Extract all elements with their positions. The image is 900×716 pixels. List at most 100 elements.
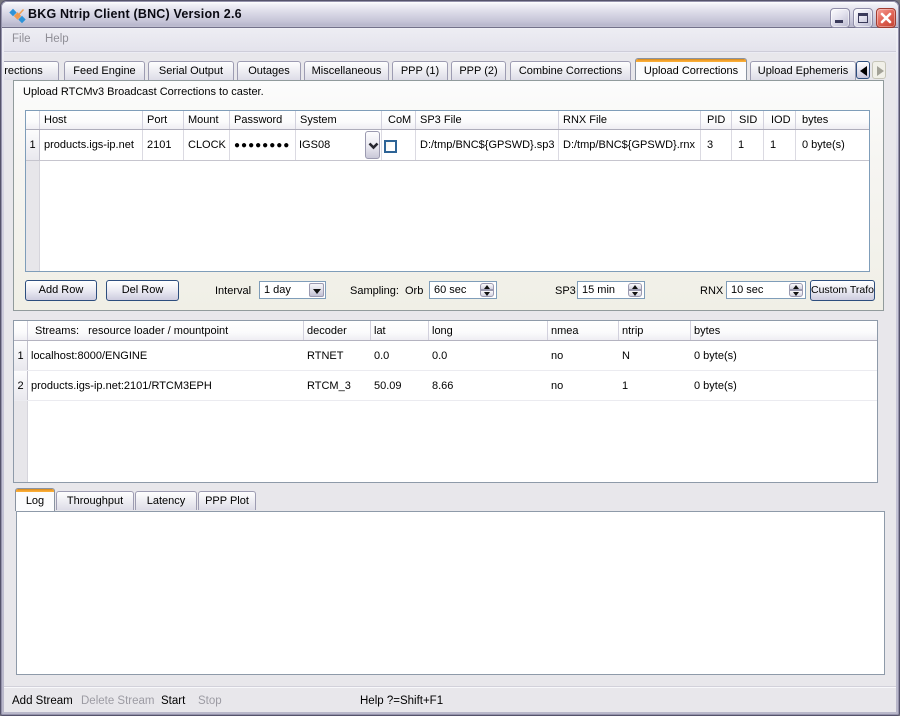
del-row-button[interactable]: Del Row: [106, 280, 179, 301]
col-header-system[interactable]: System: [296, 111, 382, 129]
interval-dropdown-button[interactable]: [309, 283, 324, 297]
tab-latency[interactable]: Latency: [135, 491, 197, 510]
tab-outages[interactable]: Outages: [237, 61, 301, 80]
cell-sid[interactable]: 1: [732, 130, 764, 160]
row-header-strip: [26, 161, 40, 271]
col-header-host[interactable]: Host: [40, 111, 143, 129]
tab-serial-output[interactable]: Serial Output: [148, 61, 234, 80]
interval-value: 1 day: [264, 284, 291, 296]
cell-port[interactable]: 2101: [143, 130, 184, 160]
orb-spin-up-button[interactable]: [480, 283, 494, 290]
stop-button[interactable]: Stop: [198, 695, 222, 707]
cell-ntrip[interactable]: 1: [619, 371, 691, 400]
orb-label: Orb: [405, 285, 423, 297]
interval-combobox[interactable]: 1 day: [259, 281, 326, 299]
col-header-pid[interactable]: PID: [701, 111, 732, 129]
tab-miscellaneous[interactable]: Miscellaneous: [304, 61, 389, 80]
cell-sp3-file[interactable]: D:/tmp/BNC${GPSWD}.sp3: [416, 130, 559, 160]
cell-decoder[interactable]: RTCM_3: [304, 371, 371, 400]
cell-mountpoint[interactable]: localhost:8000/ENGINE: [28, 341, 304, 370]
cell-pid[interactable]: 3: [701, 130, 732, 160]
orb-spinbox[interactable]: 60 sec: [429, 281, 497, 299]
tab-ppp-plot[interactable]: PPP Plot: [198, 491, 256, 510]
menu-file[interactable]: File: [12, 33, 31, 45]
maximize-button[interactable]: [853, 8, 873, 28]
tab-upload-corrections[interactable]: Upload Corrections: [635, 58, 747, 81]
cell-nmea[interactable]: no: [548, 341, 619, 370]
cell-ntrip[interactable]: N: [619, 341, 691, 370]
col-header-ntrip[interactable]: ntrip: [619, 321, 691, 340]
start-button[interactable]: Start: [161, 695, 185, 707]
system-combobox[interactable]: IGS08: [296, 130, 381, 160]
cell-rnx-file[interactable]: D:/tmp/BNC${GPSWD}.rnx: [559, 130, 701, 160]
rnx-spin-up-button[interactable]: [789, 283, 803, 290]
cell-long[interactable]: 0.0: [429, 341, 548, 370]
col-header-lat[interactable]: lat: [371, 321, 429, 340]
rnx-spin-down-button[interactable]: [789, 290, 803, 297]
cell-host[interactable]: products.igs-ip.net: [40, 130, 143, 160]
close-button[interactable]: [876, 8, 896, 28]
upload-table-row[interactable]: 1 products.igs-ip.net 2101 CLOCK ●●●●●●●…: [26, 130, 869, 161]
col-header-mountpoint[interactable]: Streams: resource loader / mountpoint: [28, 321, 304, 340]
col-header-sid[interactable]: SID: [732, 111, 764, 129]
menu-help[interactable]: Help: [45, 33, 69, 45]
cell-mountpoint[interactable]: products.igs-ip.net:2101/RTCM3EPH: [28, 371, 304, 400]
cell-stream-bytes[interactable]: 0 byte(s): [691, 341, 877, 370]
tab-ppp-1[interactable]: PPP (1): [392, 61, 448, 80]
col-header-nmea[interactable]: nmea: [548, 321, 619, 340]
tab-combine-corrections[interactable]: Combine Corrections: [510, 61, 631, 80]
cell-long[interactable]: 8.66: [429, 371, 548, 400]
add-row-button[interactable]: Add Row: [25, 280, 97, 301]
sp3-spin-down-button[interactable]: [628, 290, 642, 297]
col-header-mount[interactable]: Mount: [184, 111, 230, 129]
stream-row[interactable]: 2 products.igs-ip.net:2101/RTCM3EPH RTCM…: [14, 371, 877, 401]
cell-stream-bytes[interactable]: 0 byte(s): [691, 371, 877, 400]
col-header-com[interactable]: CoM: [382, 111, 416, 129]
tab-feed-engine[interactable]: Feed Engine: [64, 61, 145, 80]
cell-lat[interactable]: 50.09: [371, 371, 429, 400]
cell-decoder[interactable]: RTNET: [304, 341, 371, 370]
log-pane[interactable]: [16, 511, 885, 675]
tab-log[interactable]: Log: [15, 488, 55, 511]
col-header-bytes[interactable]: bytes: [796, 111, 869, 129]
cell-bytes[interactable]: 0 byte(s): [796, 130, 869, 160]
sampling-label: Sampling:: [350, 285, 399, 297]
tab-ppp-2[interactable]: PPP (2): [451, 61, 506, 80]
sp3-label: SP3: [555, 285, 576, 297]
col-header-decoder[interactable]: decoder: [304, 321, 371, 340]
cell-system: IGS08: [296, 130, 382, 160]
col-header-iod[interactable]: IOD: [764, 111, 796, 129]
com-checkbox[interactable]: [384, 140, 397, 153]
tab-corrections[interactable]: rections: [4, 61, 59, 80]
system-dropdown-button[interactable]: [365, 131, 380, 159]
col-header-password[interactable]: Password: [230, 111, 296, 129]
cell-nmea[interactable]: no: [548, 371, 619, 400]
delete-stream-button[interactable]: Delete Stream: [81, 695, 155, 707]
add-stream-button[interactable]: Add Stream: [12, 695, 73, 707]
minimize-button[interactable]: [830, 8, 850, 28]
sp3-spin-up-button[interactable]: [628, 283, 642, 290]
rnx-spin-buttons: [789, 283, 803, 297]
maximize-icon: [858, 13, 868, 23]
stream-row[interactable]: 1 localhost:8000/ENGINE RTNET 0.0 0.0 no…: [14, 341, 877, 371]
custom-trafo-button[interactable]: Custom Trafo: [810, 280, 875, 301]
col-header-stream-bytes[interactable]: bytes: [691, 321, 877, 340]
minimize-icon: [835, 20, 843, 23]
col-header-rnx-file[interactable]: RNX File: [559, 111, 701, 129]
title-bar[interactable]: BKG Ntrip Client (BNC) Version 2.6: [2, 2, 898, 28]
tab-throughput[interactable]: Throughput: [56, 491, 134, 510]
cell-mount[interactable]: CLOCK: [184, 130, 230, 160]
rnx-label: RNX: [700, 285, 723, 297]
tab-upload-ephemeris[interactable]: Upload Ephemeris: [750, 61, 856, 80]
orb-spin-down-button[interactable]: [480, 290, 494, 297]
sp3-spinbox[interactable]: 15 min: [577, 281, 645, 299]
sp3-value: 15 min: [582, 284, 615, 296]
password-dots: ●●●●●●●●: [234, 140, 290, 151]
col-header-long[interactable]: long: [429, 321, 548, 340]
col-header-port[interactable]: Port: [143, 111, 184, 129]
cell-password[interactable]: ●●●●●●●●: [230, 130, 296, 160]
cell-iod[interactable]: 1: [764, 130, 796, 160]
rnx-spinbox[interactable]: 10 sec: [726, 281, 806, 299]
cell-lat[interactable]: 0.0: [371, 341, 429, 370]
col-header-sp3-file[interactable]: SP3 File: [416, 111, 559, 129]
